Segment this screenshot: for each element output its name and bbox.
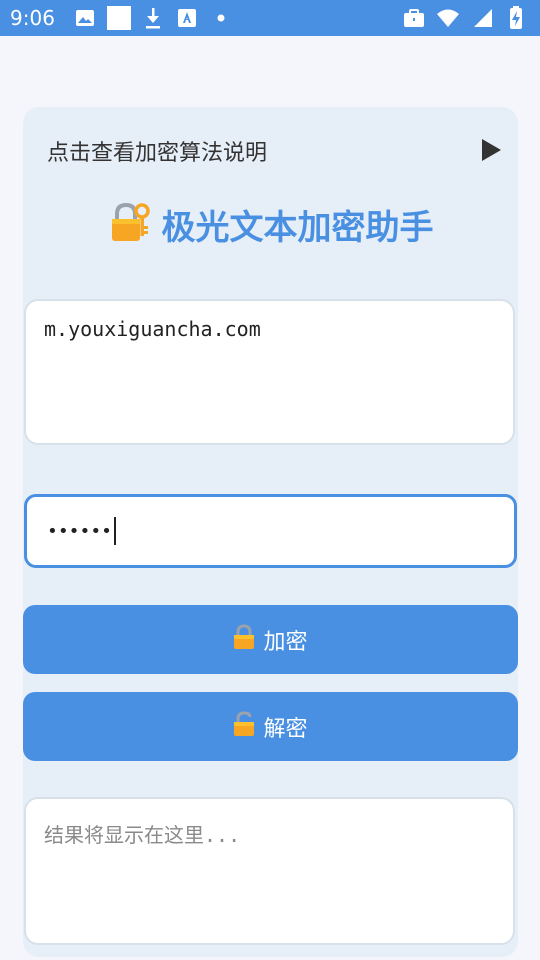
font-app-icon <box>175 6 199 30</box>
plaintext-input[interactable]: m.youxiguancha.com <box>24 299 515 445</box>
title-row: 极光文本加密助手 <box>23 197 518 251</box>
password-value: •••••• <box>47 520 113 542</box>
status-time: 9:06 <box>10 6 55 30</box>
download-icon <box>141 6 165 30</box>
encrypt-label: 加密 <box>263 629 308 655</box>
signal-icon <box>470 6 494 30</box>
image-icon <box>73 6 97 30</box>
result-output[interactable]: 结果将显示在这里... <box>24 797 515 945</box>
dot-icon <box>209 6 233 30</box>
text-caret <box>114 517 117 545</box>
lock-icon <box>233 623 255 656</box>
status-right <box>402 6 528 30</box>
play-icon[interactable] <box>482 139 501 161</box>
algorithm-info-label: 点击查看加密算法说明 <box>47 141 268 166</box>
wifi-icon <box>436 6 460 30</box>
briefcase-icon <box>402 6 426 30</box>
status-bar: 9:06 <box>0 0 540 36</box>
unlock-icon <box>233 710 255 743</box>
main-card: 点击查看加密算法说明 极光文本加密助手 m.youxiguancha.com •… <box>23 107 518 957</box>
status-left: 9:06 <box>10 6 233 30</box>
decrypt-button[interactable]: 解密 <box>23 692 518 761</box>
encrypt-button[interactable]: 加密 <box>23 605 518 674</box>
decrypt-label: 解密 <box>263 716 308 742</box>
lock-with-key-icon <box>108 200 152 248</box>
password-input[interactable]: •••••• <box>24 494 517 568</box>
algorithm-info-toggle[interactable]: 点击查看加密算法说明 <box>47 131 501 171</box>
page-title: 极光文本加密助手 <box>161 207 434 248</box>
battery-charging-icon <box>504 6 528 30</box>
white-square-icon <box>106 6 131 30</box>
